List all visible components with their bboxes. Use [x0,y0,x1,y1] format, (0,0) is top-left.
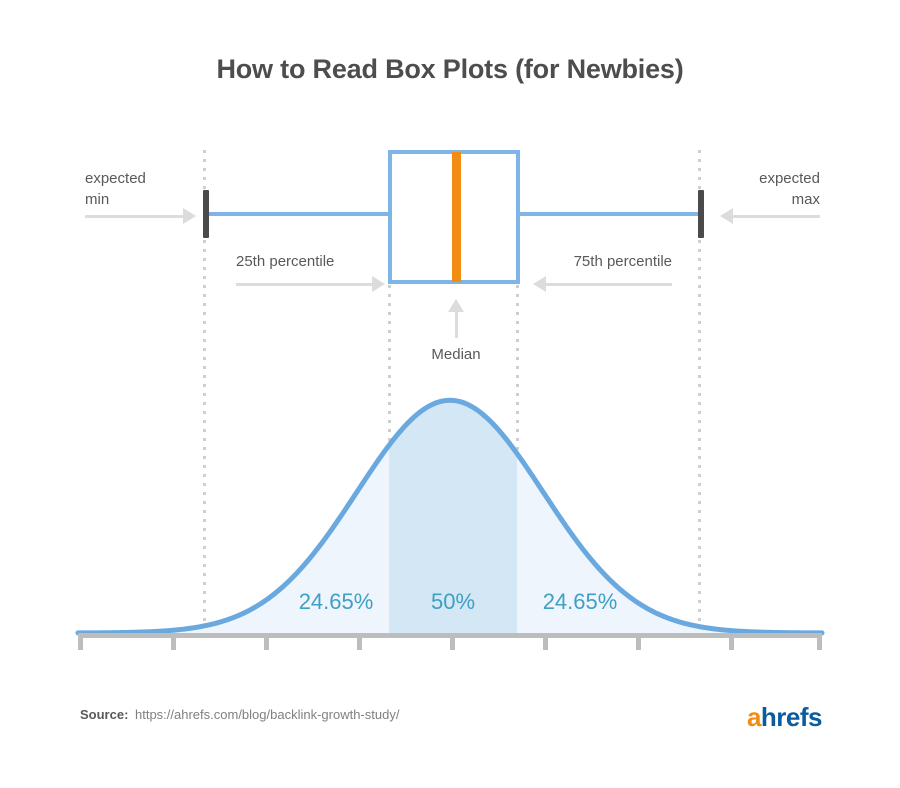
x-axis-tick [636,633,641,650]
q1-arrow-head-icon [372,276,385,292]
source-label: Source: [80,707,129,722]
whisker-left [206,212,392,216]
x-axis-tick [543,633,548,650]
q1-arrow-line [236,283,372,286]
expected-min-label: expected min [85,170,146,208]
infographic-root: How to Read Box Plots (for Newbies) expe… [0,0,900,788]
median-arrow-head-icon [448,299,464,312]
expected-min-arrow-head-icon [183,208,196,224]
median-line [452,152,461,282]
x-axis-tick [78,633,83,650]
q1-label: 25th percentile [236,253,335,270]
expected-max-arrow-line [733,215,820,218]
x-axis-tick [171,633,176,650]
source-url[interactable]: https://ahrefs.com/blog/backlink-growth-… [135,707,399,722]
median-arrow-line [455,310,458,338]
percent-right: 24.65% [542,589,618,614]
x-axis-tick [357,633,362,650]
expected-min-arrow-line [85,215,183,218]
page-title: How to Read Box Plots (for Newbies) [216,54,684,84]
x-axis-tick [729,633,734,650]
logo-letter-a: a [746,702,761,732]
expected-max-label: expected max [759,170,820,208]
q3-arrow-head-icon [533,276,546,292]
q3-arrow-line [546,283,672,286]
whisker-right [512,212,700,216]
q3-label: 75th percentile [573,253,672,270]
ahrefs-logo: ahrefs [746,702,823,733]
x-axis-tick [817,633,822,650]
x-axis-tick [264,633,269,650]
x-axis-tick [450,633,455,650]
expected-max-arrow-head-icon [720,208,733,224]
logo-letters-hrefs: hrefs [760,702,823,732]
